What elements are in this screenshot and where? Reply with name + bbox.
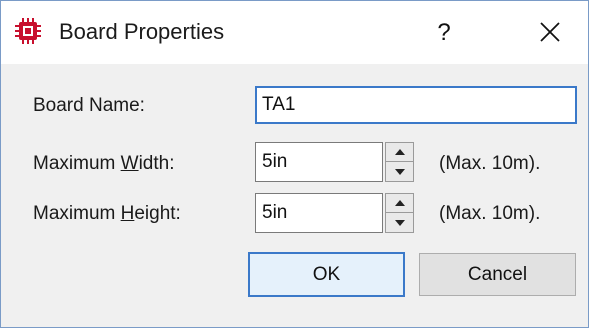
ok-button[interactable]: OK — [248, 252, 405, 297]
arrow-down-icon — [394, 168, 405, 175]
chip-icon — [15, 18, 41, 44]
spin-up-button[interactable] — [386, 194, 413, 213]
board-name-label: Board Name: — [33, 95, 145, 116]
arrow-down-icon — [394, 219, 405, 226]
max-width-hint: (Max. 10m). — [439, 153, 541, 174]
cancel-button[interactable]: Cancel — [419, 253, 576, 296]
dialog-title: Board Properties — [59, 19, 225, 44]
spin-up-button[interactable] — [386, 143, 413, 162]
arrow-up-icon — [394, 200, 405, 206]
spin-down-button[interactable] — [386, 213, 413, 232]
max-height-spinner[interactable] — [385, 193, 414, 233]
max-width-label: Maximum Width: — [33, 153, 175, 174]
title-bar[interactable]: Board Properties ? — [1, 1, 588, 64]
max-width-input[interactable]: 5in — [255, 142, 383, 182]
dialog-body: Board Name: TA1 Maximum Width: 5in (Max.… — [1, 64, 588, 327]
spin-down-button[interactable] — [386, 162, 413, 181]
max-height-input[interactable]: 5in — [255, 193, 383, 233]
max-height-hint: (Max. 10m). — [439, 203, 541, 224]
help-button[interactable]: ? — [421, 13, 467, 53]
close-button[interactable] — [521, 9, 579, 57]
close-icon — [540, 22, 560, 42]
board-name-input[interactable]: TA1 — [255, 86, 577, 124]
max-height-label: Maximum Height: — [33, 203, 181, 224]
arrow-up-icon — [394, 149, 405, 155]
max-width-spinner[interactable] — [385, 142, 414, 182]
board-properties-dialog: Board Properties ? Board Name: TA1 Maxim… — [0, 0, 589, 328]
